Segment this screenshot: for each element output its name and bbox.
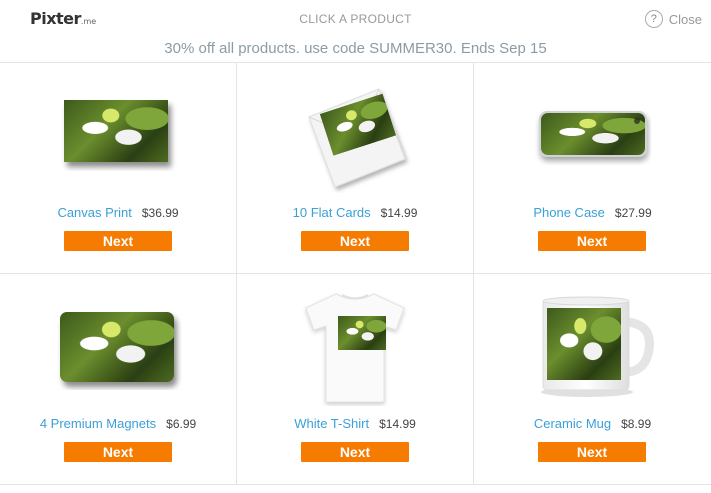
next-button[interactable]: Next: [64, 442, 172, 462]
product-label: 10 Flat Cards $14.99: [237, 205, 473, 220]
phone-case-image: [538, 111, 647, 157]
magnets-image: [60, 312, 174, 382]
help-icon[interactable]: ?: [644, 10, 663, 28]
page-title: CLICK A PRODUCT: [299, 12, 412, 26]
product-card-phone-case[interactable]: Phone Case $27.99 Next: [474, 63, 711, 274]
product-card-tshirt[interactable]: White T-Shirt $14.99 Next: [237, 274, 474, 485]
product-label: Phone Case $27.99: [474, 205, 711, 220]
product-price: $36.99: [141, 206, 179, 220]
product-label: 4 Premium Magnets $6.99: [0, 416, 236, 431]
product-label: Ceramic Mug $8.99: [474, 416, 711, 431]
product-price: $14.99: [379, 417, 416, 431]
close-button[interactable]: ? Close: [644, 9, 702, 29]
product-card-mug[interactable]: Ceramic Mug $8.99 Next: [474, 274, 711, 485]
product-card-magnets[interactable]: 4 Premium Magnets $6.99 Next: [0, 274, 237, 485]
promo-banner: 30% off all products. use code SUMMER30.…: [164, 40, 547, 57]
next-button[interactable]: Next: [301, 442, 409, 462]
product-label: Canvas Print $36.99: [0, 205, 236, 220]
product-grid: Canvas Print $36.99 Next 10 Flat Cards $14…: [0, 62, 711, 485]
top-bar: Pixter.me CLICK A PRODUCT ? Close: [0, 0, 711, 38]
mug-image: [540, 296, 654, 397]
tshirt-image: [305, 293, 405, 403]
product-name[interactable]: White T-Shirt: [294, 416, 369, 431]
product-name[interactable]: 10 Flat Cards: [293, 205, 371, 220]
product-price: $8.99: [621, 417, 652, 431]
product-name[interactable]: Ceramic Mug: [534, 416, 611, 431]
product-price: $6.99: [166, 417, 197, 431]
product-name[interactable]: Canvas Print: [57, 205, 131, 220]
product-label: White T-Shirt $14.99: [237, 416, 473, 431]
product-name[interactable]: 4 Premium Magnets: [40, 416, 156, 431]
next-button[interactable]: Next: [538, 442, 646, 462]
next-button[interactable]: Next: [538, 231, 646, 251]
product-price: $27.99: [614, 206, 652, 220]
product-card-canvas-print[interactable]: Canvas Print $36.99 Next: [0, 63, 237, 274]
next-button[interactable]: Next: [64, 231, 172, 251]
flat-cards-image: [308, 88, 406, 188]
close-label[interactable]: Close: [669, 12, 702, 27]
product-card-flat-cards[interactable]: 10 Flat Cards $14.99 Next: [237, 63, 474, 274]
product-price: $14.99: [380, 206, 418, 220]
canvas-print-image: [64, 100, 168, 162]
next-button[interactable]: Next: [301, 231, 409, 251]
product-name[interactable]: Phone Case: [533, 205, 605, 220]
